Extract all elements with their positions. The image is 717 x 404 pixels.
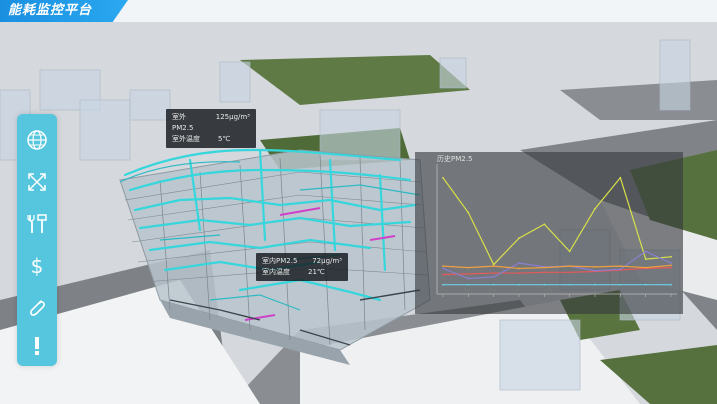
series-4-point	[518, 267, 520, 270]
series-5-point	[594, 283, 596, 286]
outdoor-temp-label: 室外温度	[172, 135, 200, 143]
dollar-icon: $	[31, 254, 44, 278]
series-2-point	[492, 272, 495, 274]
series-5-point	[543, 283, 546, 286]
outdoor-info-box: 室外PM2.5 125μg/m³ 室外温度 5℃	[166, 109, 256, 148]
series-4-point	[594, 265, 596, 268]
fullscreen-button[interactable]	[17, 164, 57, 200]
tools-icon	[27, 214, 47, 233]
series-line-4	[442, 264, 672, 270]
series-1-point	[518, 237, 520, 240]
series-2-point	[670, 266, 672, 269]
series-3-point	[670, 262, 672, 264]
series-2-point	[442, 273, 444, 276]
alert-icon	[35, 337, 39, 355]
outdoor-temp-value: 5℃	[218, 135, 231, 143]
series-3-point	[644, 250, 647, 253]
building-3d-view[interactable]: $ 室外PM2.5 125μg/m³ 室外温度 5℃ 室内PM2.5 72μg/…	[0, 22, 717, 404]
globe-button[interactable]	[17, 122, 57, 158]
series-line-1	[442, 176, 672, 266]
series-line-3	[442, 250, 672, 280]
paperclip-icon	[30, 300, 45, 316]
pm25-line-chart	[436, 164, 677, 297]
series-2-point	[543, 271, 546, 274]
series-1-point	[644, 258, 647, 261]
alert-button[interactable]	[17, 328, 57, 364]
series-1-point	[619, 176, 622, 179]
globe-icon	[27, 130, 47, 150]
series-2-point	[568, 271, 571, 274]
indoor-temp-label: 室内温度	[262, 268, 290, 276]
series-4-point	[568, 265, 571, 267]
outdoor-pm-label: 室外PM2.5	[172, 113, 194, 132]
series-5-point	[467, 283, 470, 286]
series-1-point	[543, 223, 546, 226]
cost-button[interactable]: $	[17, 248, 57, 284]
series-5-point	[442, 283, 444, 286]
series-3-point	[492, 276, 495, 278]
series-1-point	[467, 211, 470, 214]
header-bar: 能耗监控平台	[0, 0, 717, 22]
series-3-point	[518, 262, 520, 264]
attachment-button[interactable]	[17, 290, 57, 326]
indoor-pm-label: 室内PM2.5	[262, 257, 298, 265]
series-3-point	[442, 267, 444, 270]
series-line-2	[442, 267, 672, 276]
series-4-point	[492, 265, 495, 267]
series-4-point	[442, 265, 444, 267]
series-2-point	[467, 272, 470, 275]
series-1-point	[670, 255, 672, 258]
tools-button[interactable]	[17, 206, 57, 242]
series-5-point	[670, 283, 672, 286]
svg-text:$: $	[31, 254, 44, 278]
pm25-history-panel[interactable]: 历史PM2.5	[415, 152, 683, 314]
series-2-point	[518, 272, 520, 274]
series-4-point	[467, 266, 470, 269]
outdoor-pm-value: 125μg/m³	[215, 113, 250, 121]
page-title: 能耗监控平台	[0, 0, 128, 22]
series-1-point	[442, 176, 444, 179]
indoor-temp-value: 21℃	[308, 268, 325, 276]
series-5-point	[492, 283, 495, 286]
series-1-point	[594, 207, 596, 210]
series-3-point	[594, 269, 596, 272]
series-3-point	[619, 268, 622, 271]
series-4-point	[644, 266, 647, 269]
series-1-point	[492, 263, 495, 266]
series-5-point	[619, 283, 622, 286]
cross-arrows-icon	[28, 173, 46, 191]
series-5-point	[518, 283, 520, 286]
series-4-point	[619, 265, 622, 267]
series-5-point	[644, 283, 647, 286]
series-1-point	[568, 250, 571, 253]
sidebar: $	[17, 114, 57, 366]
series-3-point	[467, 277, 470, 280]
indoor-pm-value: 72μg/m³	[312, 257, 342, 265]
series-4-point	[543, 266, 546, 269]
series-5-point	[568, 283, 571, 286]
indoor-info-box: 室内PM2.5 72μg/m³ 室内温度 21℃	[256, 253, 348, 281]
series-4-point	[670, 264, 672, 267]
